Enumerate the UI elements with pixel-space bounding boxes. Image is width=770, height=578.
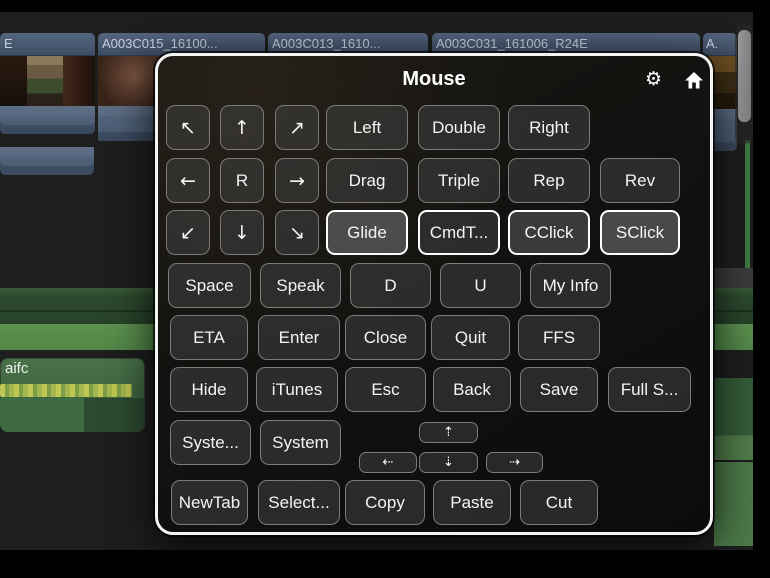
scroll-down-button[interactable]: ⇣ (419, 452, 478, 473)
cmd-tab-button[interactable]: CmdT... (418, 210, 500, 255)
audio-component-bar[interactable] (0, 147, 94, 175)
timeline-clip[interactable]: E (0, 33, 95, 134)
gear-icon[interactable]: ⚙ (645, 70, 662, 89)
system-ellipsis-button[interactable]: Syste... (170, 420, 251, 465)
mouse-right-button[interactable]: → (275, 158, 319, 203)
clip-title: A. (703, 33, 737, 56)
scroll-up-button[interactable]: ⇡ (419, 422, 478, 443)
speak-button[interactable]: Speak (260, 263, 341, 308)
clip-title: E (0, 33, 95, 56)
clip-audio-section (0, 106, 95, 134)
copy-button[interactable]: Copy (345, 480, 425, 525)
audio-waveform-body (0, 398, 145, 432)
drag-button[interactable]: Drag (326, 158, 408, 203)
cclick-button[interactable]: CClick (508, 210, 590, 255)
paste-button[interactable]: Paste (433, 480, 511, 525)
mouse-down-left-button[interactable]: ↙ (166, 210, 210, 255)
new-tab-button[interactable]: NewTab (171, 480, 248, 525)
track-gap (714, 268, 753, 288)
audio-waveform (0, 384, 132, 397)
mouse-down-right-button[interactable]: ↘ (275, 210, 319, 255)
d-button[interactable]: D (350, 263, 431, 308)
hide-button[interactable]: Hide (170, 367, 248, 412)
save-button[interactable]: Save (520, 367, 598, 412)
back-button[interactable]: Back (433, 367, 511, 412)
scroll-right-button[interactable]: ⇢ (486, 452, 543, 473)
left-click-button[interactable]: Left (326, 105, 408, 150)
u-button[interactable]: U (440, 263, 521, 308)
rev-button[interactable]: Rev (600, 158, 680, 203)
home-icon[interactable] (685, 72, 703, 94)
my-info-button[interactable]: My Info (530, 263, 611, 308)
glide-button[interactable]: Glide (326, 210, 408, 255)
r-button[interactable]: R (220, 158, 264, 203)
mouse-remote-panel: Mouse ⚙ ↖ ↑ ↗ Left Double Right ← R → Dr… (155, 53, 713, 535)
close-button[interactable]: Close (345, 315, 426, 360)
bottom-letterbox (0, 550, 770, 578)
top-letterbox (0, 0, 770, 12)
double-click-button[interactable]: Double (418, 105, 500, 150)
panel-title: Mouse (402, 68, 466, 90)
scroll-left-button[interactable]: ⇠ (359, 452, 417, 473)
sclick-button[interactable]: SClick (600, 210, 680, 255)
scrollbar-thumb[interactable] (738, 30, 751, 122)
eta-button[interactable]: ETA (170, 315, 248, 360)
mouse-up-left-button[interactable]: ↖ (166, 105, 210, 150)
mouse-down-button[interactable]: ↓ (220, 210, 264, 255)
green-clip-edge (745, 140, 750, 270)
ffs-button[interactable]: FFS (518, 315, 600, 360)
full-screen-button[interactable]: Full S... (608, 367, 691, 412)
audio-clip-aifc[interactable]: aifc (0, 358, 145, 432)
enter-button[interactable]: Enter (258, 315, 340, 360)
triple-click-button[interactable]: Triple (418, 158, 500, 203)
green-audio-clip[interactable] (714, 462, 753, 546)
mouse-up-right-button[interactable]: ↗ (275, 105, 319, 150)
right-click-button[interactable]: Right (508, 105, 590, 150)
esc-button[interactable]: Esc (345, 367, 426, 412)
system-button[interactable]: System (260, 420, 341, 465)
screen: E A003C015_16100... A003C013_1610... A00… (0, 0, 770, 578)
audio-clip-label: aifc (5, 360, 29, 377)
green-audio-clip[interactable] (714, 378, 753, 460)
mouse-up-button[interactable]: ↑ (220, 105, 264, 150)
cut-button[interactable]: Cut (520, 480, 598, 525)
itunes-button[interactable]: iTunes (256, 367, 338, 412)
select-all-button[interactable]: Select... (258, 480, 340, 525)
clip-filmstrip (0, 56, 95, 106)
mouse-left-button[interactable]: ← (166, 158, 210, 203)
rep-button[interactable]: Rep (508, 158, 590, 203)
quit-button[interactable]: Quit (431, 315, 510, 360)
right-letterbox (753, 0, 770, 578)
space-button[interactable]: Space (168, 263, 251, 308)
